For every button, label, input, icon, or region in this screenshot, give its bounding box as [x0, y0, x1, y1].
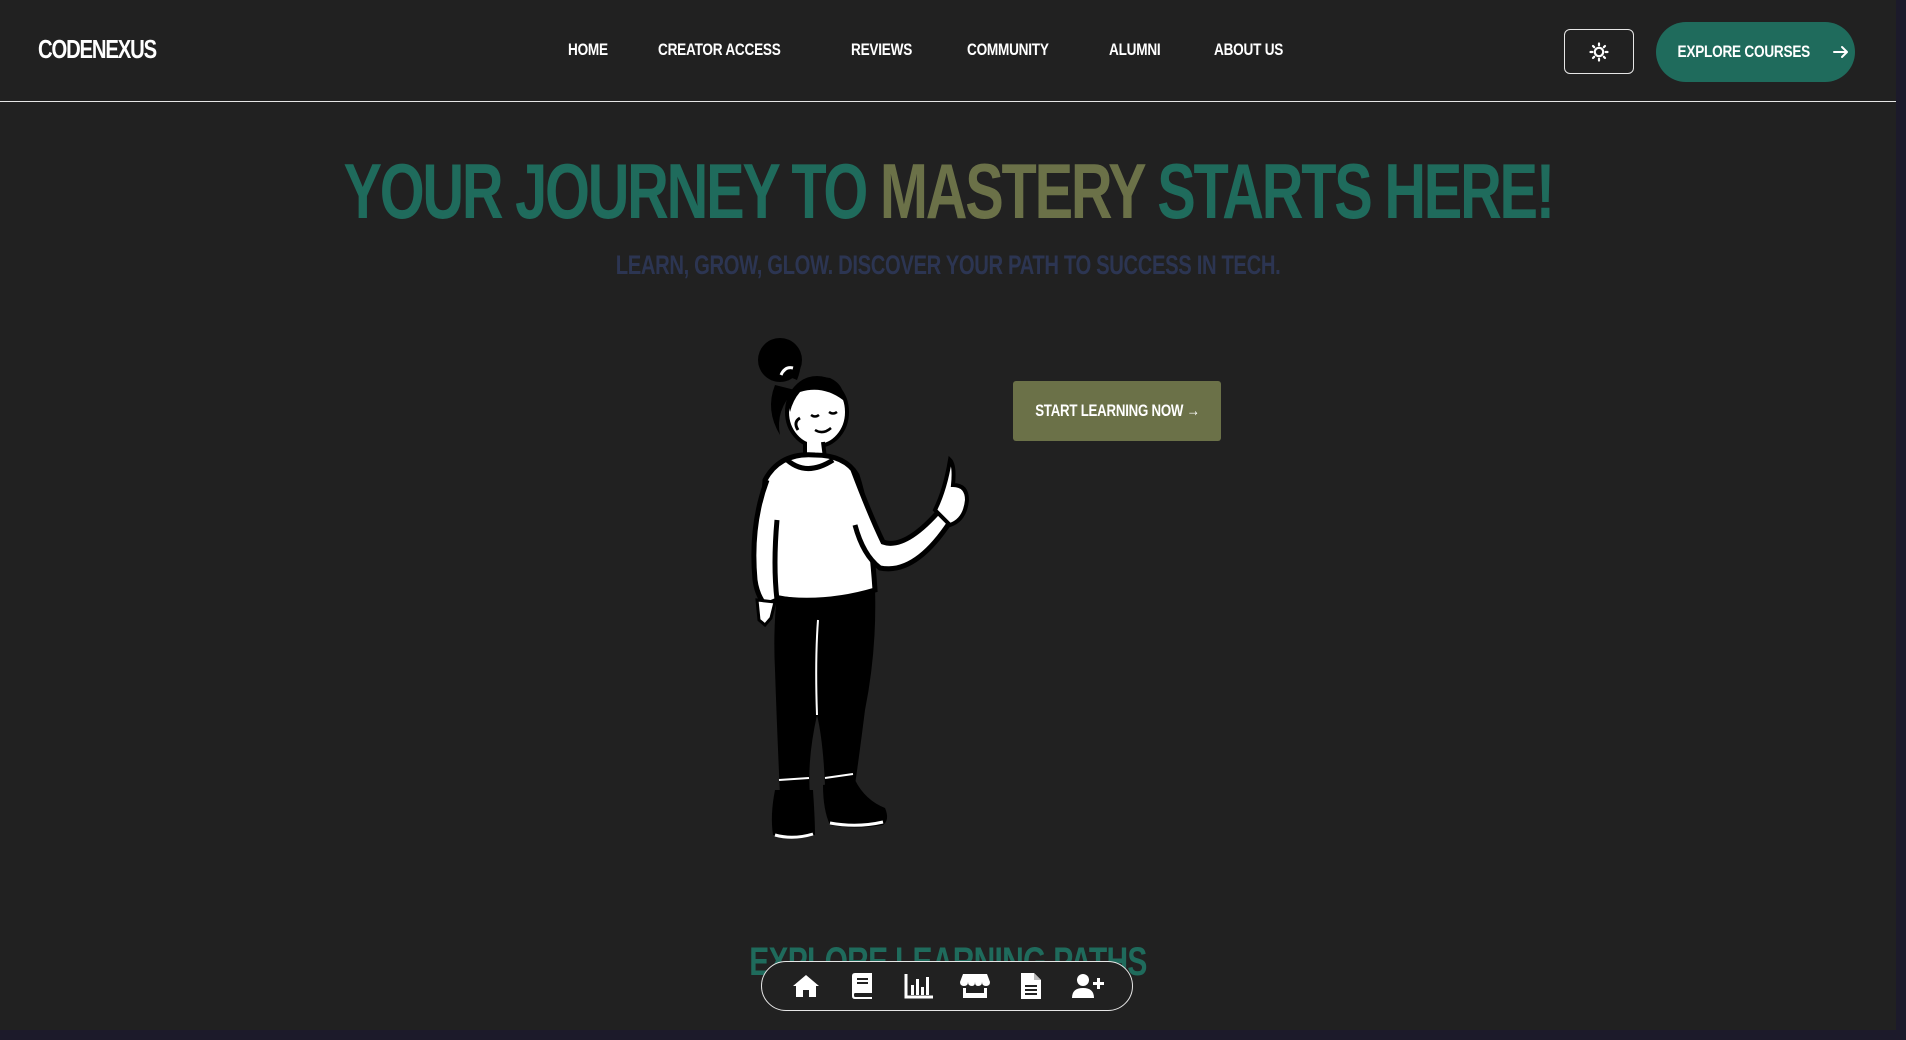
hero-subtitle-text: LEARN, GROW, GLOW. DISCOVER YOUR PATH TO… [615, 250, 1281, 280]
document-icon [1021, 973, 1042, 999]
arrow-right-icon [1833, 46, 1849, 58]
site-header: CODENEXUS HOME CREATOR ACCESS REVIEWS CO… [0, 0, 1896, 102]
sun-icon [1589, 41, 1609, 62]
logo[interactable]: CODENEXUS [38, 34, 157, 65]
hero-title-part1: YOUR JOURNEY TO [343, 147, 880, 235]
dock-store[interactable] [957, 968, 993, 1004]
book-icon [852, 973, 873, 999]
add-user-icon [1071, 974, 1104, 998]
dock-courses[interactable] [844, 968, 880, 1004]
explore-courses-button[interactable]: EXPLORE COURSES [1656, 22, 1855, 82]
scrollbar[interactable] [1896, 0, 1906, 1030]
hero-subtitle: LEARN, GROW, GLOW. DISCOVER YOUR PATH TO… [0, 250, 1896, 281]
dock-documents[interactable] [1013, 968, 1049, 1004]
hero-title: YOUR JOURNEY TO MASTERY STARTS HERE! [0, 146, 1896, 236]
nav-alumni[interactable]: ALUMNI [1109, 40, 1161, 60]
home-icon [793, 975, 820, 997]
hero-title-highlight: MASTERY [879, 147, 1146, 235]
nav-creator-access[interactable]: CREATOR ACCESS [658, 40, 781, 60]
start-learning-button[interactable]: START LEARNING NOW → [1013, 381, 1221, 441]
pointing-woman-illustration [751, 338, 970, 839]
start-learning-label: START LEARNING NOW → [1034, 401, 1200, 420]
nav-about-us[interactable]: ABOUT US [1214, 40, 1283, 60]
main-nav: HOME CREATOR ACCESS REVIEWS COMMUNITY AL… [568, 40, 1340, 60]
page: CODENEXUS HOME CREATOR ACCESS REVIEWS CO… [0, 0, 1896, 1030]
nav-home[interactable]: HOME [568, 40, 608, 60]
hero-title-part2: STARTS HERE! [1143, 147, 1555, 235]
bottom-dock [761, 961, 1133, 1011]
dock-add-user[interactable] [1070, 968, 1106, 1004]
nav-community[interactable]: COMMUNITY [967, 40, 1049, 60]
dock-stats[interactable] [901, 968, 937, 1004]
theme-toggle-button[interactable] [1564, 29, 1634, 74]
store-icon [960, 974, 991, 998]
chart-icon [904, 974, 933, 999]
dock-home[interactable] [788, 968, 824, 1004]
nav-reviews[interactable]: REVIEWS [851, 40, 912, 60]
explore-courses-label: EXPLORE COURSES [1677, 42, 1810, 61]
